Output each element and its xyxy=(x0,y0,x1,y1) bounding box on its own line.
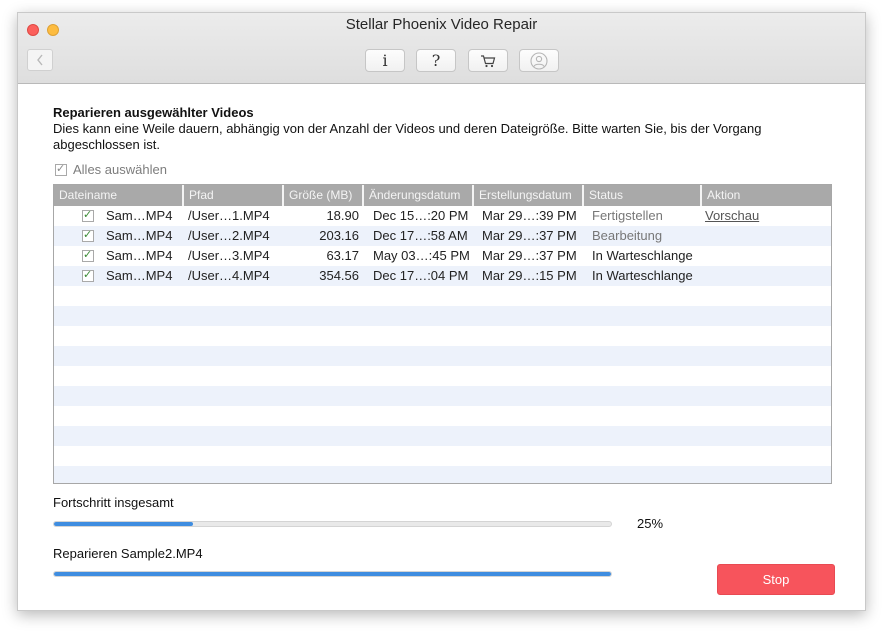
empty-row xyxy=(54,286,831,306)
created-date: Mar 29…:15 PM xyxy=(482,268,577,283)
modified-date: May 03…:45 PM xyxy=(373,248,470,263)
empty-row xyxy=(54,466,831,483)
column-header-size[interactable]: Größe (MB) xyxy=(284,185,364,206)
empty-row xyxy=(54,366,831,386)
select-all-label: Alles auswählen xyxy=(73,162,167,177)
file-size: 18.90 xyxy=(326,208,359,223)
row-checkbox[interactable]: ✓ xyxy=(82,249,94,262)
action-cell xyxy=(700,266,820,286)
created-date: Mar 29…:37 PM xyxy=(482,228,577,243)
chevron-left-icon xyxy=(37,54,43,66)
column-header-modified[interactable]: Änderungsdatum xyxy=(364,185,474,206)
file-name: Sam…MP4 xyxy=(106,268,173,283)
created-date: Mar 29…:39 PM xyxy=(482,208,577,223)
preview-link[interactable]: Vorschau xyxy=(705,208,759,223)
empty-row xyxy=(54,346,831,366)
user-icon xyxy=(530,51,548,70)
table-row[interactable]: ✓ Sam…MP4 /User…4.MP4 354.56 Dec 17…:04 P… xyxy=(54,266,831,286)
page-description: Dies kann eine Weile dauern, abhängig vo… xyxy=(53,121,762,152)
column-header-created[interactable]: Erstellungsdatum xyxy=(474,185,584,206)
overall-progress-bar xyxy=(53,521,612,527)
status-text: Fertigstellen xyxy=(592,208,663,223)
table-row[interactable]: ✓ Sam…MP4 /User…3.MP4 63.17 May 03…:45 PM… xyxy=(54,246,831,266)
column-header-action[interactable]: Aktion xyxy=(702,185,831,206)
title-bar: Stellar Phoenix Video Repair i ? xyxy=(18,13,865,84)
window-title: Stellar Phoenix Video Repair xyxy=(345,16,538,33)
page-title: Reparieren ausgewählter Videos xyxy=(53,105,254,120)
table-body: ✓ Sam…MP4 /User…1.MP4 18.90 Dec 15…:20 PM… xyxy=(54,206,831,483)
file-size: 354.56 xyxy=(319,268,359,283)
row-checkbox[interactable]: ✓ xyxy=(82,229,94,242)
empty-row xyxy=(54,406,831,426)
created-date: Mar 29…:37 PM xyxy=(482,248,577,263)
cart-button[interactable] xyxy=(468,49,508,72)
file-path: /User…3.MP4 xyxy=(188,248,270,263)
table-header: Dateiname Pfad Größe (MB) Änderungsdatum… xyxy=(54,185,831,206)
file-name: Sam…MP4 xyxy=(106,208,173,223)
overall-progress-percent: 25% xyxy=(637,516,664,531)
cart-icon xyxy=(481,54,496,67)
action-cell xyxy=(700,226,820,246)
file-path: /User…1.MP4 xyxy=(188,208,270,223)
info-icon: i xyxy=(382,51,388,70)
file-name: Sam…MP4 xyxy=(106,248,173,263)
current-progress-label: Reparieren Sample2.MP4 xyxy=(53,546,203,561)
column-header-name[interactable]: Dateiname xyxy=(54,185,184,206)
empty-row xyxy=(54,326,831,346)
checkbox-icon: ✓ xyxy=(55,162,67,176)
empty-row xyxy=(54,306,831,326)
status-text: Bearbeitung xyxy=(592,228,663,243)
select-all-checkbox[interactable]: ✓ Alles auswählen xyxy=(55,162,167,177)
back-button[interactable] xyxy=(27,49,53,71)
help-icon: ? xyxy=(431,51,441,70)
empty-row xyxy=(54,426,831,446)
overall-progress-label: Fortschritt insgesamt xyxy=(53,495,174,510)
video-table: Dateiname Pfad Größe (MB) Änderungsdatum… xyxy=(53,184,832,484)
info-button[interactable]: i xyxy=(365,49,405,72)
table-row[interactable]: ✓ Sam…MP4 /User…1.MP4 18.90 Dec 15…:20 PM… xyxy=(54,206,831,226)
current-progress-bar xyxy=(53,571,612,577)
empty-row xyxy=(54,446,831,466)
main-content: Reparieren ausgewählter Videos Dies kann… xyxy=(18,84,865,610)
file-size: 63.17 xyxy=(326,248,359,263)
account-button[interactable] xyxy=(519,49,559,72)
help-button[interactable]: ? xyxy=(416,49,456,72)
modified-date: Dec 17…:58 AM xyxy=(373,228,468,243)
file-path: /User…4.MP4 xyxy=(188,268,270,283)
modified-date: Dec 15…:20 PM xyxy=(373,208,469,223)
app-window: Stellar Phoenix Video Repair i ? Reparie… xyxy=(17,12,866,611)
file-name: Sam…MP4 xyxy=(106,228,173,243)
stop-button[interactable]: Stop xyxy=(717,564,835,595)
row-checkbox[interactable]: ✓ xyxy=(82,209,94,222)
status-text: In Warteschlange xyxy=(592,248,693,263)
column-header-status[interactable]: Status xyxy=(584,185,702,206)
action-cell xyxy=(700,246,820,266)
file-path: /User…2.MP4 xyxy=(188,228,270,243)
status-text: In Warteschlange xyxy=(592,268,693,283)
modified-date: Dec 17…:04 PM xyxy=(373,268,469,283)
file-size: 203.16 xyxy=(319,228,359,243)
overall-progress-fill xyxy=(54,522,194,526)
table-row[interactable]: ✓ Sam…MP4 /User…2.MP4 203.16 Dec 17…:58 A… xyxy=(54,226,831,246)
current-progress-fill xyxy=(54,572,611,576)
row-checkbox[interactable]: ✓ xyxy=(82,269,94,282)
column-header-path[interactable]: Pfad xyxy=(184,185,284,206)
empty-row xyxy=(54,386,831,406)
